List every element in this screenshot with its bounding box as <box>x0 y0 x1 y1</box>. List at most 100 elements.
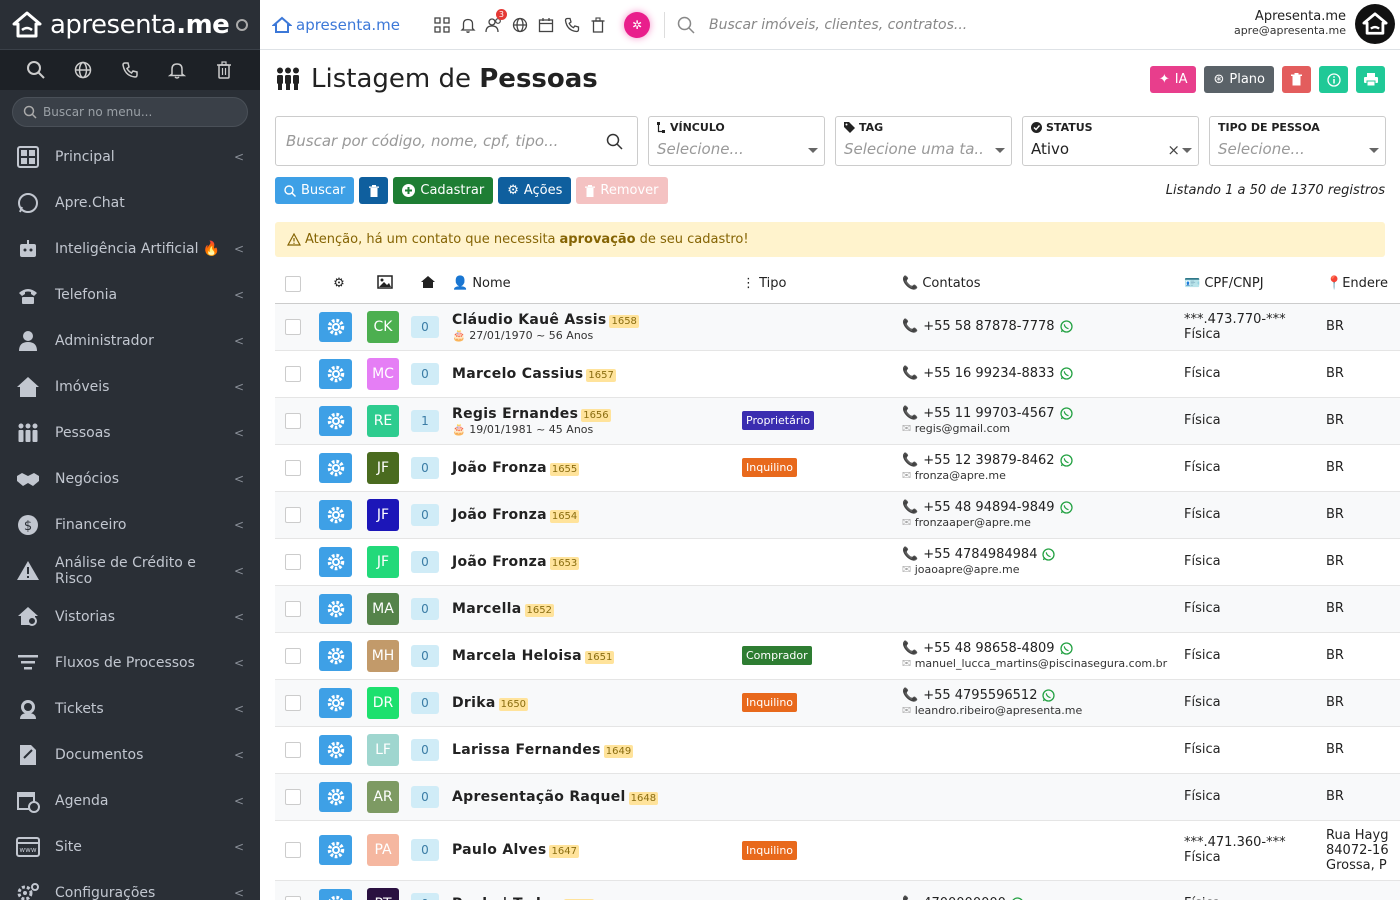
table-row[interactable]: MH 0 Marcela Heloisa 1651 Comprador 📞 +55 48 9… <box>275 632 1400 680</box>
whatsapp-icon[interactable] <box>1059 454 1073 467</box>
table-row[interactable]: DR 0 Drika 1650 Inquilino 📞 +55 4795596512 ✉ le… <box>275 679 1400 727</box>
person-name[interactable]: João Fronza <box>452 507 547 523</box>
row-checkbox[interactable] <box>285 895 301 900</box>
sidebar-item-13[interactable]: Documentos < <box>0 732 260 778</box>
person-search-input[interactable] <box>286 132 606 150</box>
table-row[interactable]: LF 0 Larissa Fernandes 1649 Física BR <box>275 726 1400 774</box>
sidebar-item-16[interactable]: Configurações < <box>0 870 260 900</box>
avatar[interactable]: MA <box>367 592 399 625</box>
person-name[interactable]: Marcelo Cassius <box>452 366 583 382</box>
table-row[interactable]: MA 0 Marcella 1652 Física BR <box>275 585 1400 633</box>
row-checkbox[interactable] <box>285 788 301 805</box>
plano-button[interactable]: ⊛ Plano <box>1204 66 1274 93</box>
person-name[interactable]: Larissa Fernandes <box>452 742 601 758</box>
user-info[interactable]: Apresenta.me apre@apresenta.me <box>1234 9 1346 37</box>
row-settings-button[interactable] <box>319 311 352 342</box>
sidebar-item-6[interactable]: Pessoas < <box>0 410 260 456</box>
property-count[interactable]: 0 <box>411 785 439 808</box>
apps-grid-icon[interactable] <box>430 13 454 37</box>
sidebar-item-7[interactable]: Negócios < <box>0 456 260 502</box>
table-row[interactable]: JF 0 João Fronza 1655 Inquilino 📞 +55 12 39879… <box>275 444 1400 492</box>
bell-icon[interactable] <box>166 59 188 81</box>
trash-icon[interactable] <box>586 13 610 37</box>
whatsapp-icon[interactable] <box>1059 407 1073 420</box>
clear-icon[interactable]: × <box>1167 141 1180 159</box>
print-button[interactable] <box>1356 66 1385 93</box>
phone-contact[interactable]: 📞 +55 58 87878-7778 <box>902 319 1176 334</box>
phone-contact[interactable]: 📞 +55 48 94894-9849 <box>902 500 1176 515</box>
phone-contact[interactable]: 📞 +55 12 39879-8462 <box>902 453 1176 468</box>
avatar[interactable]: AR <box>367 780 399 813</box>
sidebar-item-3[interactable]: Telefonia < <box>0 272 260 318</box>
cadastrar-button[interactable]: Cadastrar <box>393 177 494 204</box>
sidebar-item-9[interactable]: Análise de Crédito e Risco < <box>0 548 260 594</box>
row-checkbox[interactable] <box>285 647 301 664</box>
sidebar-item-12[interactable]: Tickets < <box>0 686 260 732</box>
avatar[interactable]: JF <box>367 545 399 578</box>
select-all-checkbox[interactable] <box>285 275 301 292</box>
row-checkbox[interactable] <box>285 365 301 382</box>
row-checkbox[interactable] <box>285 694 301 711</box>
top-logo[interactable]: apresenta.me <box>260 16 410 34</box>
avatar[interactable]: LF <box>367 733 399 766</box>
row-settings-button[interactable] <box>319 546 352 577</box>
sidebar-item-8[interactable]: $ Financeiro < <box>0 502 260 548</box>
sidebar-item-0[interactable]: Principal < <box>0 134 260 180</box>
person-name[interactable]: Apresentação Raquel <box>452 789 626 805</box>
property-count[interactable]: 0 <box>411 550 439 573</box>
whatsapp-icon[interactable] <box>1059 320 1073 333</box>
table-row[interactable]: CK 0 Cláudio Kauê Assis 1658 🎂 27/01/1970 ~ … <box>275 303 1400 351</box>
property-count[interactable]: 1 <box>411 409 439 432</box>
row-settings-button[interactable] <box>319 593 352 624</box>
ia-button[interactable]: ✦ IA <box>1149 66 1197 93</box>
sidebar-brand[interactable]: apresenta.me <box>0 0 260 50</box>
phone-contact[interactable]: 📞 +55 11 99703-4567 <box>902 406 1176 421</box>
avatar[interactable]: MH <box>367 639 399 672</box>
person-name[interactable]: Marcella <box>452 601 522 617</box>
property-count[interactable]: 0 <box>411 738 439 761</box>
tag-select[interactable]: TAG Selecione uma ta... <box>835 116 1012 166</box>
sidebar-item-10[interactable]: Vistorias < <box>0 594 260 640</box>
property-count[interactable]: 0 <box>411 892 439 900</box>
property-count[interactable]: 0 <box>411 456 439 479</box>
table-row[interactable]: JF 0 João Fronza 1653 📞 +55 4784984984 ✉ joaoa… <box>275 538 1400 586</box>
calendar-icon[interactable] <box>534 13 558 37</box>
table-row[interactable]: PT0Paulo | Tadeu1646📞4700000000Física <box>275 880 1400 900</box>
info-button[interactable] <box>1319 66 1348 93</box>
status-dot-icon[interactable] <box>236 18 248 31</box>
table-row[interactable]: JF 0 João Fronza 1654 📞 +55 48 94894-9849 ✉ fr… <box>275 491 1400 539</box>
table-row[interactable]: MC 0 Marcelo Cassius 1657 📞 +55 16 99234-8833… <box>275 350 1400 398</box>
whatsapp-icon[interactable] <box>1059 501 1073 514</box>
person-name[interactable]: João Fronza <box>452 460 547 476</box>
row-settings-button[interactable] <box>319 640 352 671</box>
property-count[interactable]: 0 <box>411 597 439 620</box>
person-search[interactable] <box>275 116 638 166</box>
ai-assistant-icon[interactable]: ✲ <box>624 11 650 38</box>
sidebar-item-15[interactable]: www Site < <box>0 824 260 870</box>
whatsapp-icon[interactable] <box>1059 642 1073 655</box>
email-contact[interactable]: ✉ fronzaaper@apre.me <box>902 516 1176 529</box>
email-contact[interactable]: ✉ regis@gmail.com <box>902 422 1176 435</box>
row-settings-button[interactable] <box>319 499 352 530</box>
avatar[interactable]: RE <box>367 404 399 437</box>
search-icon[interactable] <box>25 59 47 81</box>
whatsapp-icon[interactable] <box>1042 689 1056 702</box>
row-checkbox[interactable] <box>285 506 301 523</box>
row-settings-button[interactable] <box>319 358 352 389</box>
vinculo-select[interactable]: VÍNCULO Selecione... <box>648 116 825 166</box>
row-settings-button[interactable] <box>319 405 352 436</box>
delete-button[interactable] <box>1282 66 1311 93</box>
trash-icon[interactable] <box>213 59 235 81</box>
row-settings-button[interactable] <box>319 687 352 718</box>
remover-button[interactable]: Remover <box>576 177 668 204</box>
property-count[interactable]: 0 <box>411 644 439 667</box>
person-name[interactable]: Cláudio Kauê Assis <box>452 312 606 328</box>
row-settings-button[interactable] <box>319 888 352 900</box>
row-settings-button[interactable] <box>319 452 352 483</box>
email-contact[interactable]: ✉ fronza@apre.me <box>902 469 1176 482</box>
users-icon[interactable]: 3 <box>482 8 507 37</box>
email-contact[interactable]: ✉ joaoapre@apre.me <box>902 563 1176 576</box>
table-row[interactable]: RE 1 Regis Ernandes 1656 🎂 19/01/1981 ~ 45 A… <box>275 397 1400 445</box>
phone-contact[interactable]: 📞4700000000 <box>902 896 1176 900</box>
sidebar-item-1[interactable]: Apre.Chat <box>0 180 260 226</box>
